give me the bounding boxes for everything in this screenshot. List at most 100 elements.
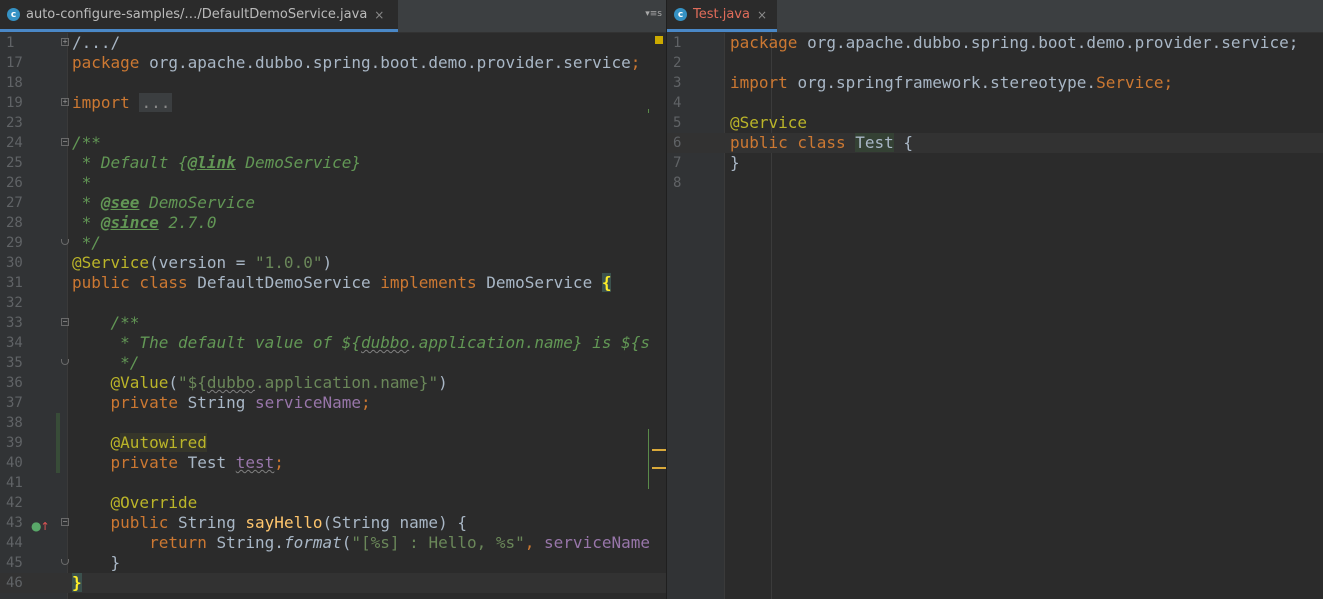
- tab-title: Test.java: [693, 7, 750, 22]
- code-line[interactable]: 28 * @since 2.7.0: [0, 213, 666, 233]
- code-token: @see: [100, 193, 140, 212]
- code-line[interactable]: 40 private Test test;: [0, 453, 666, 473]
- code-line[interactable]: 2: [667, 53, 1323, 73]
- line-number: 30: [6, 255, 23, 271]
- code-token: ): [438, 373, 448, 392]
- code-text: @Autowired: [72, 433, 207, 453]
- code-token: ): [322, 253, 333, 272]
- editor-right[interactable]: 1 package org.apache.dubbo.spring.boot.de…: [667, 33, 1323, 599]
- code-token: ;: [1163, 73, 1174, 92]
- line-number: 45: [6, 555, 23, 571]
- code-line[interactable]: 25 * Default {@link DemoService}: [0, 153, 666, 173]
- line-number: 1: [673, 35, 682, 51]
- code-text: @Value("${dubbo.application.name}"): [72, 373, 448, 393]
- code-token: private: [110, 393, 188, 412]
- line-number: 18: [6, 75, 23, 91]
- tab-default-demo-service[interactable]: c auto-configure-samples/…/DefaultDemoSe…: [0, 0, 398, 32]
- code-line[interactable]: 37 private String serviceName;: [0, 393, 666, 413]
- code-line[interactable]: 27 * @see DemoService: [0, 193, 666, 213]
- code-line[interactable]: 46}: [0, 573, 666, 593]
- code-line[interactable]: 44 return String.format("[%s] : Hello, %…: [0, 533, 666, 553]
- code-line[interactable]: 42 @Override: [0, 493, 666, 513]
- code-line[interactable]: 39 @Autowired: [0, 433, 666, 453]
- close-icon[interactable]: ×: [374, 8, 384, 22]
- fold-toggle-icon[interactable]: +: [61, 98, 69, 106]
- code-token: implements: [380, 273, 487, 292]
- code-line[interactable]: 1 +/.../: [0, 33, 666, 53]
- code-line[interactable]: 30 @Service(version = "1.0.0"): [0, 253, 666, 273]
- line-number: 32: [6, 295, 23, 311]
- fold-toggle-icon[interactable]: [61, 359, 69, 365]
- line-number: 33: [6, 315, 23, 331]
- line-number: 37: [6, 395, 23, 411]
- code-text: public class Test {: [730, 133, 913, 153]
- code-line[interactable]: 38: [0, 413, 666, 433]
- code-text: import ...: [72, 93, 173, 113]
- code-token: Test: [187, 453, 236, 472]
- code-text: public String sayHello(String name) {: [72, 513, 467, 533]
- fold-toggle-icon[interactable]: −: [61, 318, 69, 326]
- code-token: @since: [100, 213, 159, 232]
- code-line[interactable]: 45 }: [0, 553, 666, 573]
- line-number: 46: [6, 575, 23, 591]
- code-token: String: [187, 393, 256, 412]
- code-token: return: [149, 533, 217, 552]
- code-token: dubbo: [360, 333, 410, 352]
- code-line[interactable]: 33 − /**: [0, 313, 666, 333]
- close-icon[interactable]: ×: [757, 8, 767, 22]
- tab-title: auto-configure-samples/…/DefaultDemoServ…: [26, 7, 368, 22]
- fold-toggle-icon[interactable]: [61, 239, 69, 245]
- code-line[interactable]: 19 + import ...: [0, 93, 666, 113]
- tab-list-menu-icon[interactable]: ▾≡s: [645, 9, 662, 19]
- code-token: }: [730, 153, 740, 172]
- tab-test-java[interactable]: c Test.java ×: [667, 0, 777, 32]
- fold-toggle-icon[interactable]: [61, 559, 69, 565]
- code-line[interactable]: 41: [0, 473, 666, 493]
- code-line[interactable]: 17 package org.apache.dubbo.spring.boot.d…: [0, 53, 666, 73]
- code-line[interactable]: 32: [0, 293, 666, 313]
- code-line[interactable]: 24 −/**: [0, 133, 666, 153]
- code-token: test: [235, 453, 275, 472]
- code-line[interactable]: 18: [0, 73, 666, 93]
- code-text: *: [72, 173, 92, 193]
- code-line[interactable]: 43− ●↑ public String sayHello(String name…: [0, 513, 666, 533]
- line-number: 27: [6, 195, 23, 211]
- code-line[interactable]: 35 */: [0, 353, 666, 373]
- code-line[interactable]: 7}: [667, 153, 1323, 173]
- fold-toggle-icon[interactable]: +: [61, 38, 69, 46]
- code-text: /**: [72, 133, 101, 153]
- code-line[interactable]: 4: [667, 93, 1323, 113]
- code-token: org.apache.dubbo.spring.boot.demo.provid…: [807, 33, 1299, 52]
- code-line[interactable]: 36 @Value("${dubbo.application.name}"): [0, 373, 666, 393]
- code-line[interactable]: 3 import org.springframework.stereotype.S…: [667, 73, 1323, 93]
- code-token: serviceName: [255, 393, 361, 412]
- line-number: 44: [6, 535, 23, 551]
- line-number: 41: [6, 475, 23, 491]
- code-token: {: [601, 273, 612, 292]
- code-text: private Test test;: [72, 453, 284, 473]
- left-tab-bar: c auto-configure-samples/…/DefaultDemoSe…: [0, 0, 666, 33]
- editor-left[interactable]: 1 +/.../17 package org.apache.dubbo.spring…: [0, 33, 666, 599]
- fold-toggle-icon[interactable]: −: [61, 518, 69, 526]
- code-line[interactable]: 5 @Service: [667, 113, 1323, 133]
- code-line[interactable]: 23: [0, 113, 666, 133]
- line-number: 40: [6, 455, 23, 471]
- code-text: */: [72, 233, 101, 253]
- code-line[interactable]: 31 public class DefaultDemoService implem…: [0, 273, 666, 293]
- code-token: *: [72, 213, 101, 232]
- code-line[interactable]: 1 package org.apache.dubbo.spring.boot.de…: [667, 33, 1323, 53]
- code-line[interactable]: 26 *: [0, 173, 666, 193]
- code-line[interactable]: 8: [667, 173, 1323, 193]
- code-line[interactable]: 34 * The default value of ${dubbo.applic…: [0, 333, 666, 353]
- code-line[interactable]: 6 public class Test {: [667, 133, 1323, 153]
- code-token: dubbo: [206, 373, 256, 392]
- code-token: @Value: [110, 373, 169, 392]
- code-token: import: [72, 93, 140, 112]
- fold-toggle-icon[interactable]: −: [61, 138, 69, 146]
- code-line[interactable]: 29 */: [0, 233, 666, 253]
